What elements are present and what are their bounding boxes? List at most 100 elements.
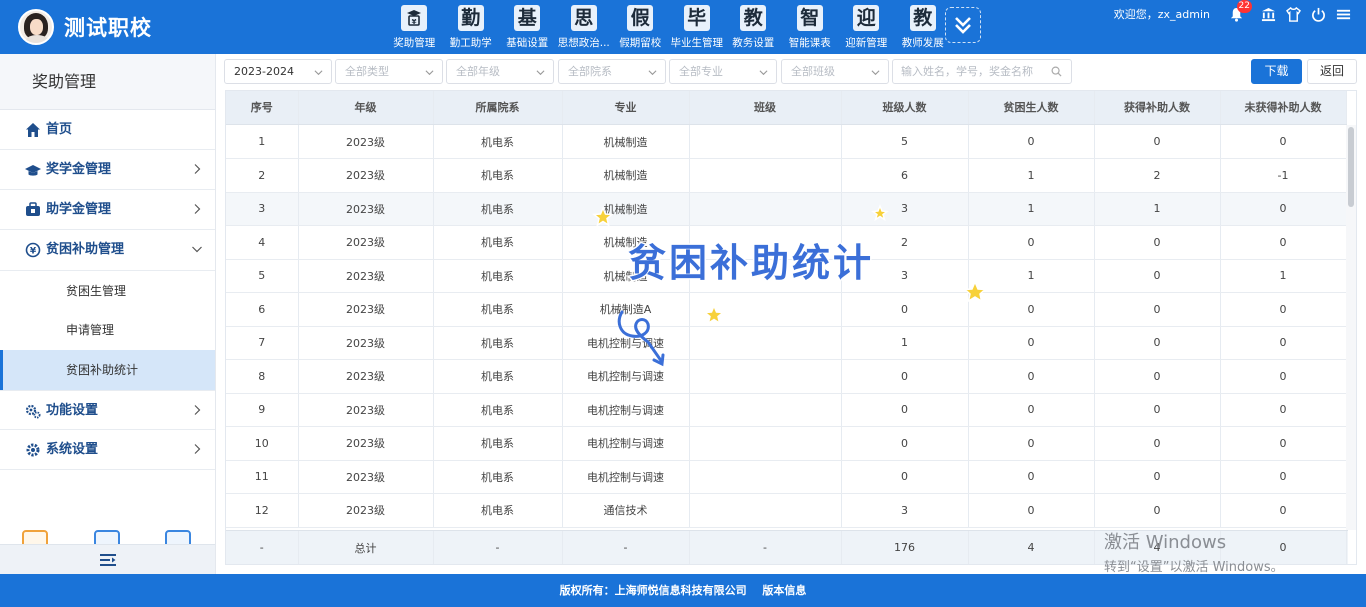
cell-department: 机电系 — [433, 493, 563, 528]
grade-select-value: 全部年级 — [456, 65, 500, 78]
sidebar-subitem-applications[interactable]: 申请管理 — [0, 310, 215, 350]
table-row[interactable]: 11 2023级 机电系 电机控制与调速 0 0 0 0 — [226, 460, 1347, 494]
more-menu-button[interactable] — [1334, 5, 1352, 23]
nav-item-basic-settings[interactable]: 基 基础设置 — [499, 0, 556, 54]
table-row[interactable]: 9 2023级 机电系 电机控制与调速 0 0 0 0 — [226, 393, 1347, 427]
cell-class — [689, 426, 842, 461]
holiday-app-icon[interactable] — [22, 530, 48, 544]
table-scrollbar[interactable] — [1346, 125, 1356, 530]
scrollbar-thumb[interactable] — [1348, 127, 1354, 207]
cell-poor-count: 0 — [968, 493, 1095, 528]
col-class-size[interactable]: 班级人数 — [841, 91, 969, 125]
cell-poor-count: 0 — [968, 125, 1095, 159]
cell-subsidized-count: 0 — [1094, 292, 1221, 327]
department-select-value: 全部院系 — [568, 65, 612, 78]
search-input[interactable] — [901, 60, 1051, 83]
svg-text:¥: ¥ — [30, 247, 37, 257]
ideology-icon: 思 — [570, 5, 597, 31]
cell-major: 机械制造 — [562, 192, 690, 226]
table-row[interactable]: 4 2023级 机电系 机械制造 2 0 0 0 — [226, 225, 1347, 260]
sidebar-item-label: 功能设置 — [46, 403, 99, 418]
type-select[interactable]: 全部类型 — [335, 59, 443, 84]
sidebar-item-system-settings[interactable]: 系统设置 — [0, 430, 215, 470]
cell-class — [689, 292, 842, 327]
table-row[interactable]: 10 2023级 机电系 电机控制与调速 0 0 0 0 — [226, 426, 1347, 461]
cell-grade: 2023级 — [298, 192, 434, 226]
year-select[interactable]: 2023-2024 — [224, 59, 332, 84]
cell-index: 5 — [226, 259, 299, 293]
cell-poor-count: 0 — [968, 225, 1095, 260]
nav-label: 教师发展 — [901, 37, 944, 49]
col-subsidized-count[interactable]: 获得补助人数 — [1094, 91, 1221, 125]
class-select[interactable]: 全部班级 — [781, 59, 889, 84]
total-cell: - — [689, 531, 842, 564]
cell-department: 机电系 — [433, 225, 563, 260]
cell-poor-count: 1 — [968, 158, 1095, 193]
search-icon[interactable] — [1051, 66, 1062, 77]
table-row[interactable]: 3 2023级 机电系 机械制造 3 1 1 0 — [226, 192, 1347, 226]
grid-app-icon[interactable] — [94, 530, 120, 544]
nav-label: 迎新管理 — [845, 37, 888, 49]
col-index[interactable]: 序号 — [226, 91, 299, 125]
institution-button[interactable] — [1259, 5, 1277, 23]
sidebar-item-home[interactable]: 首页 — [0, 110, 215, 150]
cell-index: 4 — [226, 225, 299, 260]
nav-item-work-study[interactable]: 勤 勤工助学 — [443, 0, 500, 54]
nav-item-smart-schedule[interactable]: 智 智能课表 — [782, 0, 839, 54]
year-select-value: 2023-2024 — [234, 65, 294, 78]
col-grade[interactable]: 年级 — [298, 91, 434, 125]
svg-text:¥: ¥ — [412, 18, 417, 26]
cell-class-size: 0 — [841, 460, 969, 494]
sidebar-subitem-subsidy-stats[interactable]: 贫困补助统计 — [0, 350, 215, 390]
sidebar-subitem-poor-students[interactable]: 贫困生管理 — [0, 270, 215, 310]
table-row[interactable]: 1 2023级 机电系 机械制造 5 0 0 0 — [226, 125, 1347, 159]
notifications-button[interactable]: 22 — [1227, 0, 1252, 23]
cell-index: 7 — [226, 326, 299, 360]
col-major[interactable]: 专业 — [562, 91, 690, 125]
download-button[interactable]: 下载 — [1251, 59, 1302, 84]
col-poor-count[interactable]: 贫困生人数 — [968, 91, 1095, 125]
chevron-down-icon — [192, 246, 202, 253]
cell-poor-count: 0 — [968, 359, 1095, 394]
board-app-icon[interactable] — [165, 530, 191, 544]
table-row[interactable]: 5 2023级 机电系 机械制造 3 1 0 1 — [226, 259, 1347, 293]
col-department[interactable]: 所属院系 — [433, 91, 563, 125]
col-unsubsidized-count[interactable]: 未获得补助人数 — [1220, 91, 1347, 125]
sidebar-item-scholarship[interactable]: 奖学金管理 — [0, 150, 215, 190]
nav-item-teacher-dev[interactable]: 教 教师发展 — [895, 0, 952, 54]
col-class[interactable]: 班级 — [689, 91, 842, 125]
nav-label: 基础设置 — [506, 37, 549, 49]
sidebar-item-label: 奖学金管理 — [46, 162, 112, 177]
institution-icon — [1261, 7, 1275, 21]
nav-item-academic[interactable]: 教 教务设置 — [725, 0, 782, 54]
back-button[interactable]: 返回 — [1307, 59, 1357, 84]
table-row[interactable]: 7 2023级 机电系 电机控制与调速 1 0 0 0 — [226, 326, 1347, 360]
sidebar-item-poverty-subsidy[interactable]: ¥ 贫困补助管理 — [0, 230, 215, 270]
nav-item-enrollment[interactable]: 迎 迎新管理 — [838, 0, 895, 54]
nav-item-graduate[interactable]: 毕 毕业生管理 — [669, 0, 726, 54]
cell-department: 机电系 — [433, 192, 563, 226]
sidebar-collapse-button[interactable] — [0, 544, 215, 574]
table-row[interactable]: 8 2023级 机电系 电机控制与调速 0 0 0 0 — [226, 359, 1347, 394]
major-select[interactable]: 全部专业 — [669, 59, 777, 84]
cell-unsubsidized-count: 0 — [1220, 125, 1347, 159]
grade-select[interactable]: 全部年级 — [446, 59, 554, 84]
nav-item-ideology[interactable]: 思 思想政治... — [556, 0, 613, 54]
nav-item-scholarship[interactable]: ¥ 奖助管理 — [386, 0, 443, 54]
graduate-icon: 毕 — [683, 5, 710, 31]
cell-unsubsidized-count: 0 — [1220, 192, 1347, 226]
sidebar-item-function-settings[interactable]: 功能设置 — [0, 390, 215, 430]
cell-class-size: 3 — [841, 192, 969, 226]
theme-button[interactable] — [1284, 5, 1302, 23]
sidebar-item-grant[interactable]: 助学金管理 — [0, 190, 215, 230]
version-link[interactable]: 版本信息 — [762, 584, 806, 597]
nav-more-button[interactable] — [945, 7, 981, 43]
table-row[interactable]: 12 2023级 机电系 通信技术 3 0 0 0 — [226, 493, 1347, 528]
cell-subsidized-count: 0 — [1094, 225, 1221, 260]
nav-item-holiday-stay[interactable]: 假 假期留校 — [612, 0, 669, 54]
table-row[interactable]: 6 2023级 机电系 机械制造A 0 0 0 0 — [226, 292, 1347, 327]
logout-button[interactable] — [1309, 5, 1327, 23]
table-row[interactable]: 2 2023级 机电系 机械制造 6 1 2 -1 — [226, 158, 1347, 193]
cell-major: 电机控制与调速 — [562, 359, 690, 394]
department-select[interactable]: 全部院系 — [558, 59, 666, 84]
